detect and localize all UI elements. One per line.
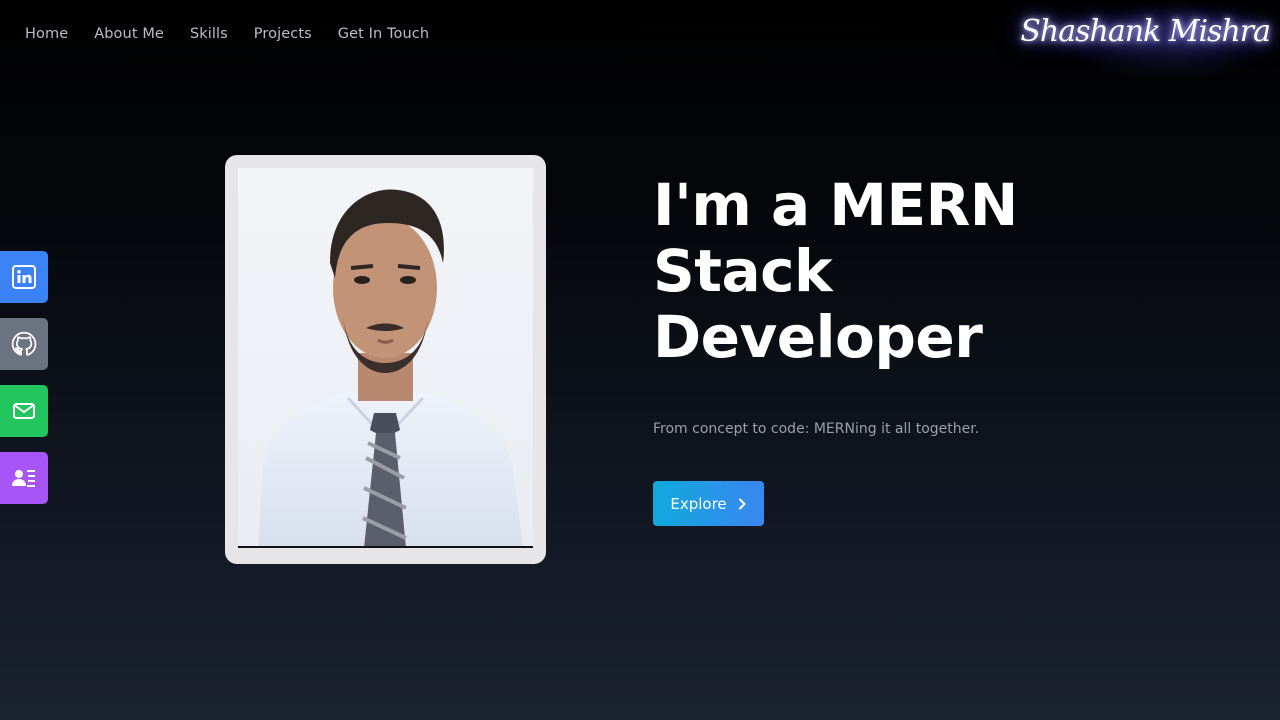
mail-icon: [13, 403, 35, 419]
email-button[interactable]: [0, 385, 48, 437]
hero-heading: I'm a MERN Stack Developer: [653, 172, 1073, 370]
linkedin-button[interactable]: [0, 251, 48, 303]
explore-button-label: Explore: [670, 494, 727, 513]
top-nav: Home About Me Skills Projects Get In Tou…: [25, 26, 429, 42]
chevron-right-icon: [738, 498, 746, 509]
brand-logo[interactable]: Shashank Mishra: [1020, 14, 1271, 49]
github-button[interactable]: [0, 318, 48, 370]
resume-button[interactable]: [0, 452, 48, 504]
hero-title-line-3: Developer: [653, 303, 983, 371]
hero-subtitle: From concept to code: MERNing it all tog…: [653, 421, 980, 437]
hero-title-line-2: Stack: [653, 237, 833, 305]
nav-home[interactable]: Home: [25, 26, 68, 42]
hero-title-line-1: I'm a MERN: [653, 171, 1018, 239]
linkedin-icon: [12, 265, 36, 289]
social-sidebar: [0, 251, 48, 504]
profile-portrait-illustration: [258, 189, 523, 546]
github-icon: [11, 331, 37, 356]
explore-button[interactable]: Explore: [653, 481, 764, 526]
nav-projects[interactable]: Projects: [254, 26, 312, 42]
profile-photo-card: [225, 155, 546, 564]
nav-skills[interactable]: Skills: [190, 26, 228, 42]
profile-photo: [238, 168, 533, 548]
nav-about-me[interactable]: About Me: [94, 26, 164, 42]
contact-card-icon: [12, 470, 35, 487]
nav-get-in-touch[interactable]: Get In Touch: [338, 26, 429, 42]
